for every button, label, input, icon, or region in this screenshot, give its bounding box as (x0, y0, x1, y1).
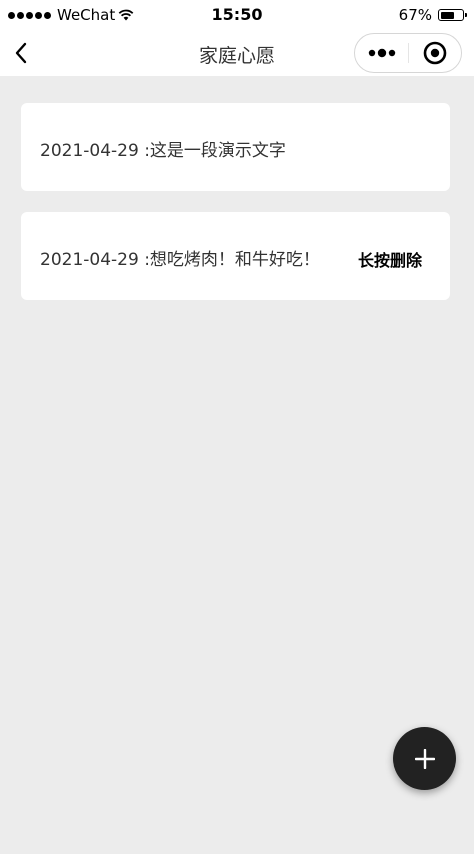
nav-bar: 家庭心愿 (0, 30, 474, 76)
long-press-delete-hint[interactable]: 长按删除 (358, 247, 422, 271)
capsule-menu (354, 33, 462, 73)
wish-list: 2021-04-29 :这是一段演示文字 2021-04-29 :想吃烤肉！和牛… (21, 103, 450, 321)
close-miniprogram-button[interactable] (409, 34, 461, 72)
wish-text: 2021-04-29 :这是一段演示文字 (40, 141, 286, 161)
wish-card[interactable]: 2021-04-29 :这是一段演示文字 (21, 103, 450, 191)
battery-percent: 67% (398, 6, 432, 24)
battery-fill (440, 11, 454, 19)
battery-icon (438, 9, 467, 21)
more-dots-icon (368, 48, 395, 58)
plus-icon (414, 748, 435, 769)
wish-card[interactable]: 2021-04-29 :想吃烤肉！和牛好吃！ 长按删除 (21, 212, 450, 300)
status-right: 67% (398, 6, 467, 24)
more-button[interactable] (355, 34, 408, 72)
add-wish-button[interactable] (393, 727, 456, 790)
wish-text: 2021-04-29 :想吃烤肉！和牛好吃！ (40, 250, 320, 270)
target-close-icon (423, 41, 447, 65)
status-bar: WeChat 15:50 67% (0, 0, 474, 30)
